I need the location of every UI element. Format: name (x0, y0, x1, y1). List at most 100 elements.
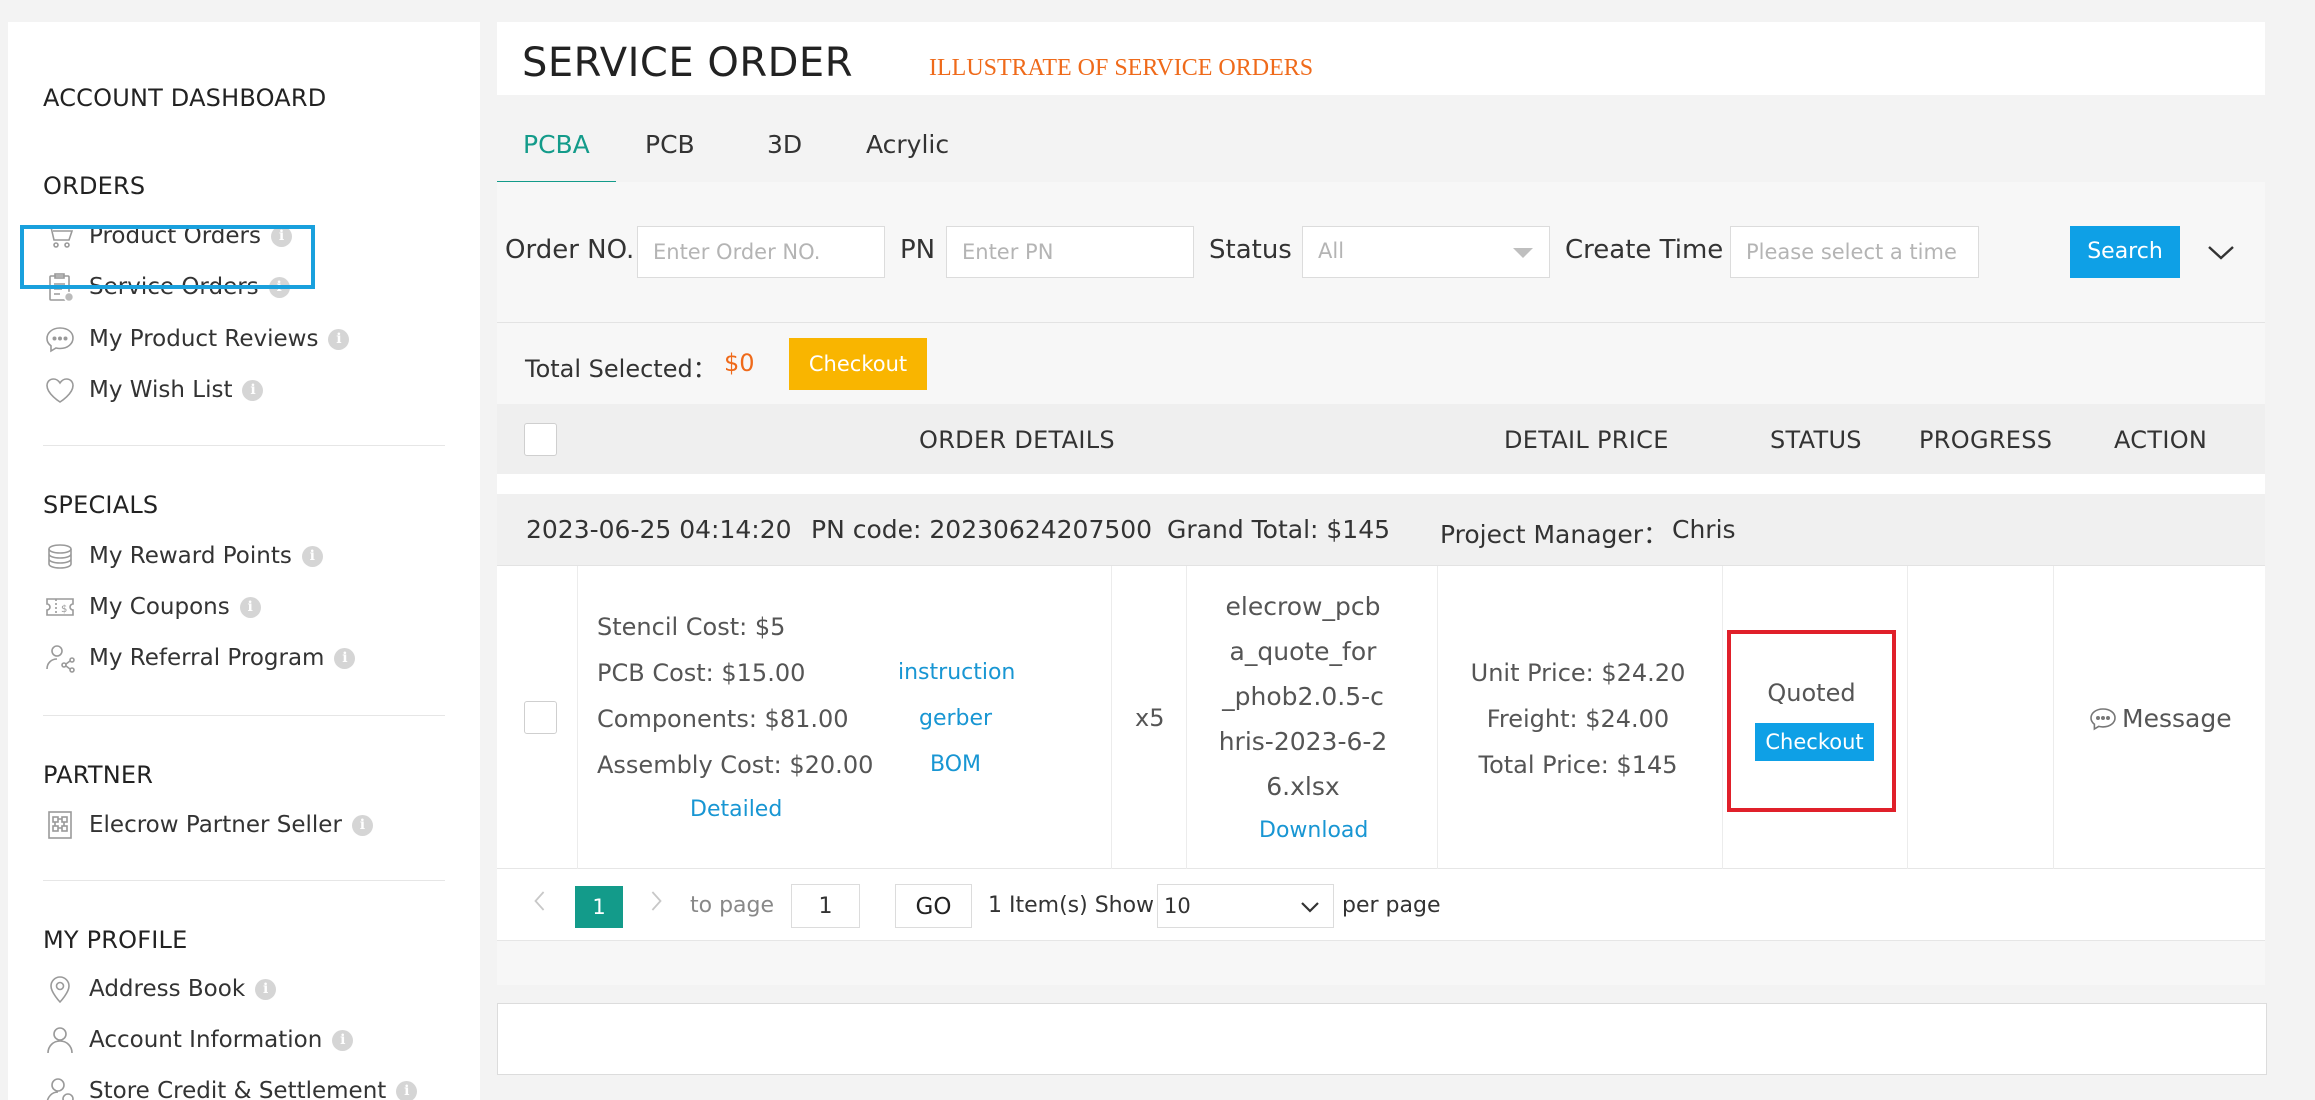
specials-section-title: SPECIALS (43, 491, 159, 519)
info-icon[interactable]: i (396, 1080, 418, 1100)
info-icon[interactable]: i (301, 545, 323, 567)
table-footer (497, 941, 2265, 985)
order-no-label: Order NO. (505, 235, 635, 265)
pn-code: PN code: 20230624207500 (811, 515, 1153, 544)
pagination: 1 to page GO 1 Item(s) Show 10 per page (497, 869, 2265, 941)
sidebar-divider (43, 880, 445, 881)
download-link[interactable]: Download (1259, 818, 1368, 843)
page-size-value: 10 (1164, 894, 1191, 918)
status-badge: Quoted (1767, 679, 1856, 707)
info-icon[interactable]: i (328, 328, 350, 350)
chevron-right-icon[interactable] (647, 887, 665, 923)
message-button[interactable]: Message (2088, 704, 2232, 733)
sidebar-item-wish-list[interactable]: My Wish List i (43, 370, 264, 410)
total-selected-label: Total Selected： (525, 355, 717, 383)
grand-total: Grand Total: $145 (1167, 515, 1391, 544)
column-header-status: STATUS (1770, 426, 1862, 454)
my-profile-section-title: MY PROFILE (43, 926, 188, 954)
sidebar-item-label: My Reward Points (89, 543, 292, 569)
sidebar-item-account-information[interactable]: Account Information i (43, 1020, 354, 1060)
sidebar-item-product-reviews[interactable]: My Product Reviews i (43, 319, 350, 359)
checkout-button[interactable]: Checkout (1755, 723, 1874, 761)
project-manager-name: Chris (1672, 515, 1736, 544)
file-name-line: 6.xlsx (1266, 772, 1340, 801)
gerber-link[interactable]: gerber (919, 706, 992, 731)
per-page-label: per page (1342, 893, 1441, 918)
total-price: Total Price: $145 (1478, 751, 1678, 779)
sidebar-item-referral-program[interactable]: My Referral Program i (43, 638, 356, 678)
chevron-left-icon[interactable] (531, 887, 549, 923)
order-date: 2023-06-25 04:14:20 (526, 515, 792, 544)
go-button[interactable]: GO (895, 884, 972, 928)
file-name-line: a_quote_for (1229, 637, 1377, 666)
sidebar-item-coupons[interactable]: $ My Coupons i (43, 587, 261, 627)
sidebar-divider (43, 445, 445, 446)
page-current[interactable]: 1 (575, 886, 623, 928)
page-size-select[interactable]: 10 (1157, 884, 1334, 928)
instruction-link[interactable]: instruction (898, 660, 1015, 685)
content-panel (497, 1003, 2267, 1075)
detail-prices: Unit Price: $24.20 Freight: $24.00 Total… (1437, 650, 1719, 788)
search-button[interactable]: Search (2070, 226, 2180, 278)
assembly-cost: Assembly Cost: $20.00 (597, 751, 874, 779)
info-icon[interactable]: i (239, 596, 261, 618)
checkout-selected-button[interactable]: Checkout (789, 338, 927, 390)
sidebar-item-label: My Product Reviews (89, 326, 319, 352)
create-time-label: Create Time (1565, 235, 1724, 265)
service-type-tabs: PCBA PCB 3D Acrylic (497, 112, 2265, 184)
sidebar-divider (43, 715, 445, 716)
status-select[interactable]: All (1302, 226, 1550, 278)
select-all-checkbox[interactable] (524, 423, 557, 456)
detailed-link[interactable]: Detailed (690, 797, 782, 822)
table-spacer (497, 474, 2265, 494)
bom-link[interactable]: BOM (930, 752, 981, 777)
order-no-input[interactable] (637, 226, 885, 278)
table-header: ORDER DETAILS DETAIL PRICE STATUS PROGRE… (497, 404, 2265, 474)
quote-file-name: elecrow_pcb a_quote_for _phob2.0.5-c hri… (1192, 584, 1414, 809)
sidebar-item-reward-points[interactable]: My Reward Points i (43, 536, 323, 576)
page-jump-input[interactable] (791, 884, 860, 928)
sidebar-item-address-book[interactable]: Address Book i (43, 969, 277, 1009)
chevron-down-icon (1513, 248, 1533, 258)
items-show-label: 1 Item(s) Show (988, 893, 1155, 918)
coupon-icon: $ (43, 590, 77, 624)
tab-pcb[interactable]: PCB (619, 130, 721, 184)
info-icon[interactable]: i (255, 978, 277, 1000)
partner-section-title: PARTNER (43, 761, 154, 789)
user-credit-icon (43, 1074, 77, 1100)
create-time-input[interactable] (1730, 226, 1979, 278)
sidebar-item-label: Store Credit & Settlement (89, 1078, 387, 1100)
to-page-label: to page (690, 893, 775, 918)
order-group-header: 2023-06-25 04:14:20 PN code: 20230624207… (497, 494, 2265, 566)
status-select-value: All (1318, 239, 1345, 263)
pcb-cost: PCB Cost: $15.00 (597, 659, 806, 687)
column-divider (1722, 566, 1723, 869)
components-cost: Components: $81.00 (597, 705, 849, 733)
tab-3d[interactable]: 3D (741, 130, 828, 184)
row-checkbox[interactable] (524, 701, 557, 734)
info-icon[interactable]: i (242, 379, 264, 401)
stencil-cost: Stencil Cost: $5 (597, 613, 786, 641)
info-icon[interactable]: i (351, 814, 373, 836)
expand-filters-icon[interactable] (2203, 234, 2239, 270)
tab-acrylic[interactable]: Acrylic (840, 130, 975, 184)
column-divider (1907, 566, 1908, 869)
tab-pcba[interactable]: PCBA (497, 130, 616, 184)
account-dashboard-title[interactable]: ACCOUNT DASHBOARD (43, 84, 326, 112)
location-pin-icon (43, 972, 77, 1006)
file-name-line: _phob2.0.5-c (1222, 682, 1384, 711)
pn-label: PN (900, 235, 936, 265)
info-icon[interactable]: i (332, 1029, 354, 1051)
sidebar-item-partner-seller[interactable]: Elecrow Partner Seller i (43, 805, 373, 845)
pn-input[interactable] (946, 226, 1194, 278)
annotation-label: ILLUSTRATE OF SERVICE ORDERS (929, 55, 1314, 81)
info-icon[interactable]: i (334, 647, 356, 669)
sidebar-item-store-credit[interactable]: Store Credit & Settlement i (43, 1071, 418, 1100)
message-icon (2090, 707, 2116, 730)
quantity: x5 (1135, 704, 1165, 732)
sidebar-item-label: My Referral Program (89, 645, 325, 671)
sidebar-item-label: My Coupons (89, 594, 230, 620)
total-selected-value: $0 (724, 349, 755, 377)
unit-price: Unit Price: $24.20 (1470, 659, 1686, 687)
column-divider (1186, 566, 1187, 869)
